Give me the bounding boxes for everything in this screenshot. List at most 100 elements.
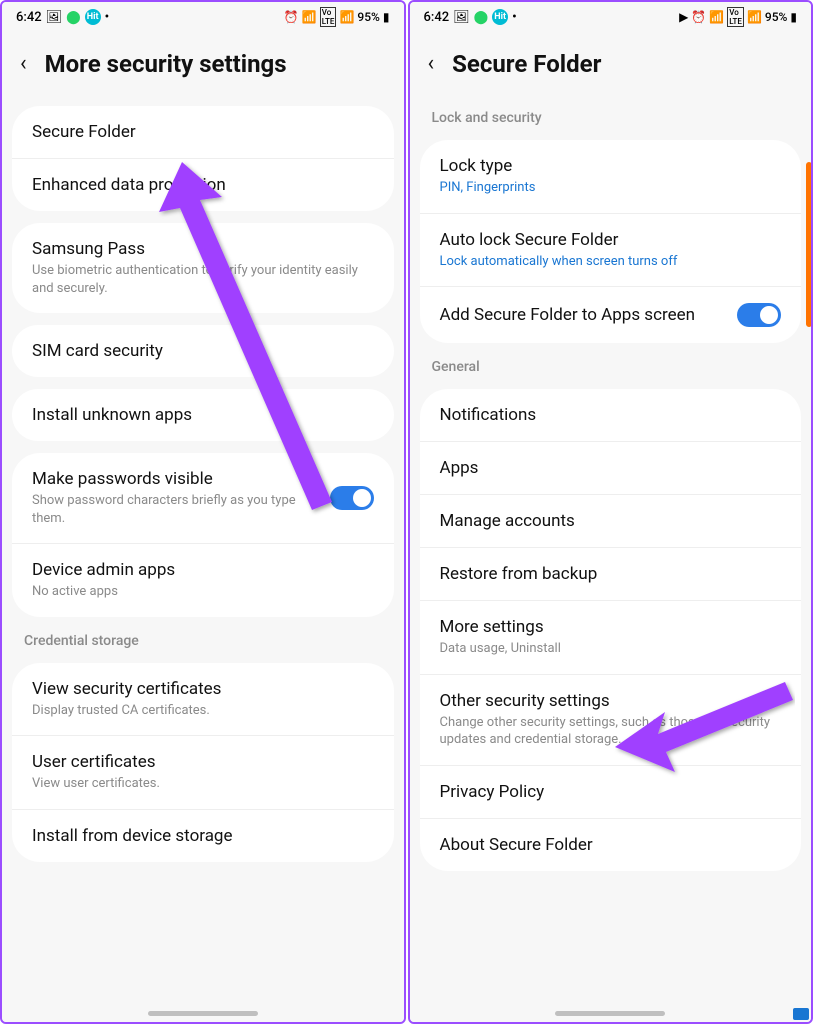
item-sub: Change other security settings, such as … <box>440 714 772 749</box>
page-title: More security settings <box>45 50 287 78</box>
item-label: SIM card security <box>32 341 364 361</box>
item-label: Secure Folder <box>32 122 364 142</box>
status-time: 6:42 <box>424 10 450 25</box>
item-user-certs[interactable]: User certificates View user certificates… <box>12 736 394 810</box>
item-label: Samsung Pass <box>32 239 364 259</box>
youtube-icon: ▶ <box>679 10 688 24</box>
item-manage-accounts[interactable]: Manage accounts <box>420 495 802 548</box>
hit-icon: Hit <box>492 9 508 25</box>
signal-icon: 📶 <box>339 10 354 24</box>
item-privacy-policy[interactable]: Privacy Policy <box>420 766 802 819</box>
item-label: Privacy Policy <box>440 782 772 802</box>
group-secure: Secure Folder Enhanced data protection <box>12 106 394 211</box>
item-label: More settings <box>440 617 772 637</box>
item-lock-type[interactable]: Lock type PIN, Fingerprints <box>420 140 802 214</box>
status-time: 6:42 <box>16 10 42 25</box>
item-sub: Data usage, Uninstall <box>440 640 772 658</box>
image-icon: 🖼 <box>46 10 63 25</box>
whatsapp-icon: ⬤ <box>474 10 489 25</box>
group-sim: SIM card security <box>12 325 394 377</box>
item-label: Enhanced data protection <box>32 175 364 195</box>
group-unknown-apps: Install unknown apps <box>12 389 394 441</box>
item-auto-lock[interactable]: Auto lock Secure Folder Lock automatical… <box>420 214 802 288</box>
battery-pct: 95% <box>765 10 787 24</box>
item-install-storage[interactable]: Install from device storage <box>12 810 394 862</box>
page-header: ‹ More security settings <box>2 32 404 100</box>
nav-pill[interactable] <box>555 1011 665 1016</box>
item-label: Other security settings <box>440 691 772 711</box>
section-lock: Lock and security <box>410 100 812 134</box>
item-label: Install unknown apps <box>32 405 364 425</box>
group-lock: Lock type PIN, Fingerprints Auto lock Se… <box>420 140 802 343</box>
phone-left: 6:42 🖼 ⬤ Hit • ⏰ 📶 VoLTE 📶 95% ▮ ‹ More … <box>0 0 406 1024</box>
item-notifications[interactable]: Notifications <box>420 389 802 442</box>
item-more-settings[interactable]: More settings Data usage, Uninstall <box>420 601 802 675</box>
corner-badge-icon <box>793 1008 809 1020</box>
item-secure-folder[interactable]: Secure Folder <box>12 106 394 159</box>
nav-bar <box>2 1004 404 1022</box>
status-bar: 6:42 🖼 ⬤ Hit • ▶ ⏰ 📶 VoLTE 📶 95% ▮ <box>410 2 812 32</box>
wifi-icon: 📶 <box>302 10 317 24</box>
item-label: View security certificates <box>32 679 364 699</box>
edge-indicator <box>806 162 812 327</box>
item-make-passwords-visible[interactable]: Make passwords visible Show password cha… <box>12 453 394 544</box>
item-add-to-apps[interactable]: Add Secure Folder to Apps screen <box>420 287 802 343</box>
status-bar: 6:42 🖼 ⬤ Hit • ⏰ 📶 VoLTE 📶 95% ▮ <box>2 2 404 32</box>
toggle-passwords-visible[interactable] <box>330 486 374 510</box>
item-sub: No active apps <box>32 583 364 601</box>
item-apps[interactable]: Apps <box>420 442 802 495</box>
item-install-unknown[interactable]: Install unknown apps <box>12 389 394 441</box>
nav-pill[interactable] <box>148 1011 258 1016</box>
wifi-icon: 📶 <box>709 10 724 24</box>
group-samsung-pass: Samsung Pass Use biometric authenticatio… <box>12 223 394 313</box>
item-samsung-pass[interactable]: Samsung Pass Use biometric authenticatio… <box>12 223 394 313</box>
item-label: Lock type <box>440 156 772 176</box>
item-label: Notifications <box>440 405 772 425</box>
phone-right: 6:42 🖼 ⬤ Hit • ▶ ⏰ 📶 VoLTE 📶 95% ▮ ‹ Sec… <box>408 0 813 1024</box>
item-sub: PIN, Fingerprints <box>440 179 772 197</box>
item-label: Device admin apps <box>32 560 364 580</box>
dot-icon: • <box>105 10 110 25</box>
alarm-icon: ⏰ <box>284 10 299 24</box>
toggle-add-apps[interactable] <box>737 303 781 327</box>
item-label: Manage accounts <box>440 511 772 531</box>
volte-icon: VoLTE <box>320 7 337 27</box>
signal-icon: 📶 <box>747 10 762 24</box>
section-credential-storage: Credential storage <box>2 623 404 657</box>
back-icon[interactable]: ‹ <box>428 53 435 75</box>
group-passwords: Make passwords visible Show password cha… <box>12 453 394 617</box>
item-label: About Secure Folder <box>440 835 772 855</box>
item-label: Apps <box>440 458 772 478</box>
item-label: User certificates <box>32 752 364 772</box>
item-label: Auto lock Secure Folder <box>440 230 772 250</box>
item-sub: Show password characters briefly as you … <box>32 492 320 527</box>
item-label: Restore from backup <box>440 564 772 584</box>
item-view-certs[interactable]: View security certificates Display trust… <box>12 663 394 737</box>
nav-bar <box>410 1004 812 1022</box>
battery-icon: ▮ <box>790 10 797 24</box>
item-label: Make passwords visible <box>32 469 320 489</box>
item-sub: Lock automatically when screen turns off <box>440 253 772 271</box>
back-icon[interactable]: ‹ <box>20 53 27 75</box>
group-credential: View security certificates Display trust… <box>12 663 394 862</box>
item-other-security[interactable]: Other security settings Change other sec… <box>420 675 802 766</box>
page-title: Secure Folder <box>452 50 601 78</box>
page-header: ‹ Secure Folder <box>410 32 812 100</box>
volte-icon: VoLTE <box>727 7 744 27</box>
item-device-admin[interactable]: Device admin apps No active apps <box>12 544 394 617</box>
item-about[interactable]: About Secure Folder <box>420 819 802 871</box>
image-icon: 🖼 <box>453 10 470 25</box>
item-enhanced-data[interactable]: Enhanced data protection <box>12 159 394 211</box>
item-restore-backup[interactable]: Restore from backup <box>420 548 802 601</box>
item-sub: View user certificates. <box>32 775 364 793</box>
item-sub: Display trusted CA certificates. <box>32 702 364 720</box>
group-general: Notifications Apps Manage accounts Resto… <box>420 389 802 871</box>
item-sim-security[interactable]: SIM card security <box>12 325 394 377</box>
item-sub: Use biometric authentication to verify y… <box>32 262 364 297</box>
hit-icon: Hit <box>85 9 101 25</box>
section-general: General <box>410 349 812 383</box>
whatsapp-icon: ⬤ <box>66 10 81 25</box>
item-label: Install from device storage <box>32 826 364 846</box>
dot-icon: • <box>512 10 517 25</box>
battery-pct: 95% <box>357 10 379 24</box>
